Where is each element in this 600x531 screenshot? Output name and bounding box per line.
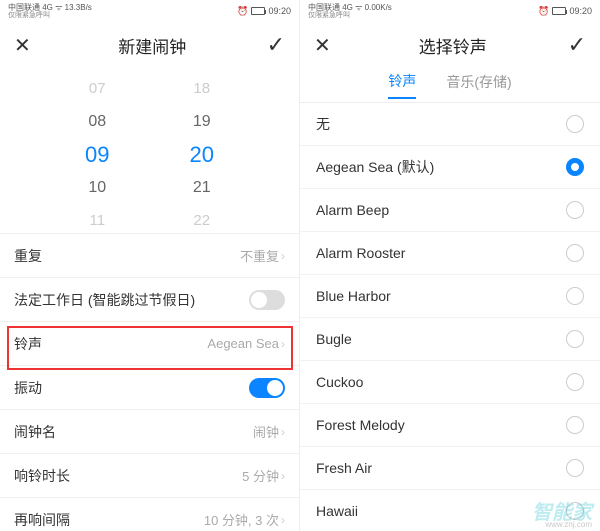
ringtone-value: Aegean Sea xyxy=(207,336,279,351)
confirm-icon[interactable]: ✓ xyxy=(568,32,586,58)
sound-row[interactable]: Bugle xyxy=(300,318,600,361)
ringtone-select-panel: 中国联通 4G ᯤ 0.00K/s 仅限紧急呼叫 ⏰ 09:20 ✕ 选择铃声 … xyxy=(300,0,600,531)
radio-icon[interactable] xyxy=(566,330,584,348)
radio-icon[interactable] xyxy=(566,201,584,219)
vibrate-toggle[interactable] xyxy=(249,378,285,398)
minute-column[interactable]: 18 19 20 21 22 xyxy=(190,72,214,233)
sound-row[interactable]: 无 xyxy=(300,103,600,146)
sound-name: 无 xyxy=(316,114,330,134)
vibrate-row[interactable]: 振动 xyxy=(0,365,299,409)
watermark-url: www.znj.com xyxy=(545,520,592,529)
alarm-name-value: 闹钟 xyxy=(253,422,279,441)
sound-name: Fresh Air xyxy=(316,460,372,476)
sound-name: Cuckoo xyxy=(316,374,363,390)
tab-ringtone[interactable]: 铃声 xyxy=(388,71,416,99)
radio-icon[interactable] xyxy=(566,115,584,133)
chevron-right-icon: › xyxy=(281,469,285,483)
repeat-label: 重复 xyxy=(14,246,42,266)
sound-name: Forest Melody xyxy=(316,417,405,433)
close-icon[interactable]: ✕ xyxy=(314,33,338,58)
page-title: 新建闹钟 xyxy=(118,33,186,58)
header-bar: ✕ 选择铃声 ✓ xyxy=(300,22,600,68)
page-title: 选择铃声 xyxy=(419,33,487,58)
sound-row[interactable]: Alarm Beep xyxy=(300,189,600,232)
repeat-row[interactable]: 重复 不重复› xyxy=(0,233,299,277)
workday-toggle[interactable] xyxy=(249,290,285,310)
radio-icon[interactable] xyxy=(566,287,584,305)
tab-bar: 铃声 音乐(存储) xyxy=(300,68,600,102)
sound-row[interactable]: Aegean Sea (默认) xyxy=(300,146,600,189)
workday-row[interactable]: 法定工作日 (智能跳过节假日) xyxy=(0,277,299,321)
sound-row[interactable]: Alarm Rooster xyxy=(300,232,600,275)
radio-icon[interactable] xyxy=(566,244,584,262)
hour-column[interactable]: 07 08 09 10 11 xyxy=(85,72,109,233)
alarm-icon: ⏰ xyxy=(538,6,549,17)
alarm-name-row[interactable]: 闹钟名 闹钟› xyxy=(0,409,299,453)
minute-option[interactable]: 19 xyxy=(193,105,211,138)
minute-option[interactable]: 21 xyxy=(193,171,211,204)
alarm-create-panel: 中国联通 4G ᯤ 13.3B/s 仅限紧急呼叫 ⏰ 09:20 ✕ 新建闹钟 … xyxy=(0,0,300,531)
tab-music[interactable]: 音乐(存储) xyxy=(446,72,511,98)
radio-icon[interactable] xyxy=(566,373,584,391)
sound-row[interactable]: Fresh Air xyxy=(300,447,600,490)
sound-list: 无 Aegean Sea (默认) Alarm Beep Alarm Rooster B… xyxy=(300,103,600,531)
workday-label: 法定工作日 (智能跳过节假日) xyxy=(14,290,195,310)
chevron-right-icon: › xyxy=(281,513,285,527)
alarm-name-label: 闹钟名 xyxy=(14,422,56,442)
signal-icon: 4G ᯤ xyxy=(42,3,62,12)
snooze-value: 10 分钟, 3 次 xyxy=(204,510,279,529)
carrier-label: 中国联通 xyxy=(8,3,40,12)
minute-selected[interactable]: 20 xyxy=(190,138,214,171)
sound-row[interactable]: Cuckoo xyxy=(300,361,600,404)
battery-icon xyxy=(552,7,566,15)
hour-option[interactable]: 08 xyxy=(88,105,106,138)
minute-option[interactable]: 18 xyxy=(193,72,210,105)
clock-time: 09:20 xyxy=(268,6,291,16)
sound-name: Alarm Beep xyxy=(316,202,389,218)
radio-icon[interactable] xyxy=(566,459,584,477)
hour-selected[interactable]: 09 xyxy=(85,138,109,171)
hour-option[interactable]: 07 xyxy=(89,72,106,105)
sound-name: Blue Harbor xyxy=(316,288,391,304)
repeat-value: 不重复 xyxy=(240,246,279,265)
close-icon[interactable]: ✕ xyxy=(14,33,38,58)
duration-value: 5 分钟 xyxy=(242,466,279,485)
carrier-label: 中国联通 xyxy=(308,3,340,12)
chevron-right-icon: › xyxy=(281,337,285,351)
emergency-label: 仅限紧急呼叫 xyxy=(308,12,392,19)
ringtone-label: 铃声 xyxy=(14,334,42,354)
status-bar: 中国联通 4G ᯤ 13.3B/s 仅限紧急呼叫 ⏰ 09:20 xyxy=(0,0,299,22)
status-bar: 中国联通 4G ᯤ 0.00K/s 仅限紧急呼叫 ⏰ 09:20 xyxy=(300,0,600,22)
sound-name: Hawaii xyxy=(316,503,358,519)
snooze-label: 再响间隔 xyxy=(14,510,70,530)
hour-option[interactable]: 11 xyxy=(89,204,105,237)
radio-icon[interactable] xyxy=(566,416,584,434)
confirm-icon[interactable]: ✓ xyxy=(267,32,285,58)
clock-time: 09:20 xyxy=(569,6,592,16)
signal-icon: 4G ᯤ xyxy=(342,3,362,12)
emergency-label: 仅限紧急呼叫 xyxy=(8,12,92,19)
sound-row[interactable]: Blue Harbor xyxy=(300,275,600,318)
sound-name: Aegean Sea (默认) xyxy=(316,157,434,177)
battery-icon xyxy=(251,7,265,15)
duration-row[interactable]: 响铃时长 5 分钟› xyxy=(0,453,299,497)
radio-icon[interactable] xyxy=(566,502,584,520)
hour-option[interactable]: 10 xyxy=(88,171,106,204)
vibrate-label: 振动 xyxy=(14,378,42,398)
net-speed: 0.00K/s xyxy=(365,3,392,12)
duration-label: 响铃时长 xyxy=(14,466,70,486)
minute-option[interactable]: 22 xyxy=(193,204,210,237)
snooze-row[interactable]: 再响间隔 10 分钟, 3 次› xyxy=(0,497,299,531)
ringtone-row[interactable]: 铃声 Aegean Sea› xyxy=(0,321,299,365)
radio-icon[interactable] xyxy=(566,158,584,176)
header-bar: ✕ 新建闹钟 ✓ xyxy=(0,22,299,68)
time-picker[interactable]: 07 08 09 10 11 18 19 20 21 22 xyxy=(0,68,299,233)
sound-name: Bugle xyxy=(316,331,352,347)
chevron-right-icon: › xyxy=(281,425,285,439)
alarm-icon: ⏰ xyxy=(237,6,248,17)
chevron-right-icon: › xyxy=(281,249,285,263)
sound-row[interactable]: Forest Melody xyxy=(300,404,600,447)
net-speed: 13.3B/s xyxy=(65,3,92,12)
sound-name: Alarm Rooster xyxy=(316,245,405,261)
